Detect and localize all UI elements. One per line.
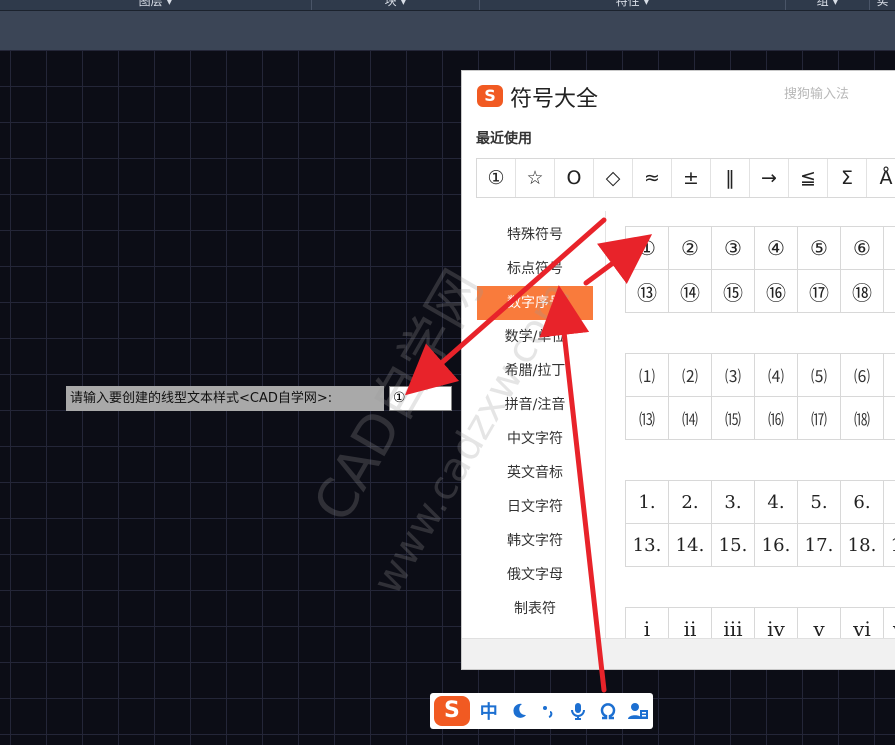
- recent-symbol[interactable]: O: [555, 159, 594, 197]
- category-item[interactable]: 拼音/注音: [476, 388, 594, 422]
- recent-symbol[interactable]: ☆: [516, 159, 555, 197]
- recent-symbol[interactable]: →: [750, 159, 789, 197]
- punctuation-icon[interactable]: [534, 696, 564, 726]
- input-mode-button[interactable]: 中: [474, 696, 504, 726]
- symbol-cell[interactable]: ⑶: [712, 354, 755, 397]
- symbol-cell[interactable]: ⑭: [669, 270, 712, 313]
- symbol-cell[interactable]: ⑤: [798, 227, 841, 270]
- symbol-cell[interactable]: ⒅: [841, 397, 884, 440]
- microphone-icon[interactable]: [563, 696, 593, 726]
- symbol-cell[interactable]: 7.: [884, 481, 895, 524]
- recent-symbol[interactable]: Σ: [828, 159, 867, 197]
- ribbon-toolbar-area: [0, 11, 895, 50]
- recent-symbol[interactable]: Å: [867, 159, 895, 197]
- symbol-cell[interactable]: 13.: [626, 524, 669, 567]
- recent-symbol[interactable]: ‖: [711, 159, 750, 197]
- ribbon-group-label: 实: [876, 0, 889, 8]
- command-prompt: 请输入要创建的线型文本样式<CAD自学网>:: [66, 386, 384, 411]
- symbol-cell[interactable]: 6.: [841, 481, 884, 524]
- symbol-cell[interactable]: ⒄: [798, 397, 841, 440]
- recent-symbol[interactable]: ◇: [594, 159, 633, 197]
- category-item[interactable]: 标点符号: [476, 252, 594, 286]
- symbol-cell[interactable]: 3.: [712, 481, 755, 524]
- command-input[interactable]: ①: [389, 386, 452, 411]
- symbol-cell[interactable]: ⒁: [669, 397, 712, 440]
- category-item[interactable]: 日文字符: [476, 490, 594, 524]
- symbol-cell[interactable]: ⑲: [884, 270, 895, 313]
- category-item[interactable]: 英文音标: [476, 456, 594, 490]
- panel-brand: 搜狗输入法: [784, 87, 850, 102]
- symbol-cell[interactable]: ⒆: [884, 397, 895, 440]
- ribbon-panel-labels: 图层 ▾ 块 ▾ 特性 ▾ 组 ▾ 实: [0, 0, 895, 11]
- category-item[interactable]: 希腊/拉丁: [476, 354, 594, 388]
- symbol-cell[interactable]: 4.: [755, 481, 798, 524]
- symbol-cell[interactable]: ⑦: [884, 227, 895, 270]
- symbol-cell[interactable]: ①: [626, 227, 669, 270]
- circled-numbers-grid: ①②③④⑤⑥⑦ ⑬⑭⑮⑯⑰⑱⑲: [625, 226, 895, 313]
- recent-symbol[interactable]: ±: [672, 159, 711, 197]
- symbol-cell[interactable]: ⑱: [841, 270, 884, 313]
- symbol-cell[interactable]: ④: [755, 227, 798, 270]
- recent-symbols-row: ① ☆ O ◇ ≈ ± ‖ → ≦ Σ Å: [476, 158, 895, 198]
- ribbon-group-label: 特性 ▾: [615, 0, 650, 8]
- symbol-cell[interactable]: 1.: [626, 481, 669, 524]
- symbol-cell[interactable]: ⑴: [626, 354, 669, 397]
- category-divider: [605, 211, 606, 638]
- panel-footer: [462, 638, 895, 669]
- symbol-cell[interactable]: 14.: [669, 524, 712, 567]
- symbol-cell[interactable]: 15.: [712, 524, 755, 567]
- category-item[interactable]: 韩文字符: [476, 524, 594, 558]
- category-item[interactable]: 中文字符: [476, 422, 594, 456]
- symbol-cell[interactable]: 2.: [669, 481, 712, 524]
- category-item[interactable]: 制表符: [476, 592, 594, 626]
- symbol-cell[interactable]: ⒂: [712, 397, 755, 440]
- symbol-cell[interactable]: ⒃: [755, 397, 798, 440]
- category-list: 特殊符号 标点符号 数字序号 数学/单位 希腊/拉丁 拼音/注音 中文字符 英文音标 日文字符韩…: [476, 218, 594, 626]
- sogou-logo: S: [477, 85, 503, 107]
- symbol-cell[interactable]: 17.: [798, 524, 841, 567]
- symbol-cell[interactable]: ⑸: [798, 354, 841, 397]
- category-item[interactable]: 俄文字母: [476, 558, 594, 592]
- symbol-cell[interactable]: ⑬: [626, 270, 669, 313]
- moon-icon[interactable]: [504, 696, 534, 726]
- ribbon-group-properties[interactable]: 特性 ▾: [480, 0, 786, 10]
- panel-title: 符号大全: [510, 87, 599, 112]
- ribbon-group-label: 图层 ▾: [138, 0, 173, 8]
- recent-label: 最近使用: [476, 131, 532, 147]
- category-item[interactable]: 数学/单位: [476, 320, 594, 354]
- symbol-cell[interactable]: 18.: [841, 524, 884, 567]
- omega-icon[interactable]: [593, 696, 623, 726]
- parenthesized-numbers-grid: ⑴⑵⑶⑷⑸⑹⑺ ⒀⒁⒂⒃⒄⒅⒆: [625, 353, 895, 440]
- symbol-cell[interactable]: ③: [712, 227, 755, 270]
- category-item[interactable]: 特殊符号: [476, 218, 594, 252]
- ribbon-group-label: 块 ▾: [384, 0, 407, 8]
- ribbon-group-groups[interactable]: 组 ▾: [786, 0, 870, 10]
- ribbon-group-label: 组 ▾: [816, 0, 839, 8]
- ribbon-group-layers[interactable]: 图层 ▾: [0, 0, 312, 10]
- dotted-numbers-grid: 1.2.3.4.5.6.7. 13.14.15.16.17.18.19.: [625, 480, 895, 567]
- symbol-cell[interactable]: 19.: [884, 524, 895, 567]
- ribbon-group-block[interactable]: 块 ▾: [312, 0, 480, 10]
- recent-symbol[interactable]: ≈: [633, 159, 672, 197]
- symbol-cell[interactable]: ⑵: [669, 354, 712, 397]
- ribbon-group-utilities[interactable]: 实: [870, 0, 895, 10]
- symbol-cell[interactable]: ⒀: [626, 397, 669, 440]
- symbol-panel: S 符号大全 搜狗输入法 最近使用 ① ☆ O ◇ ≈ ± ‖ → ≦ Σ Å 特殊符号 标点符号 数字…: [461, 70, 895, 670]
- symbol-cell[interactable]: ⑮: [712, 270, 755, 313]
- recent-symbol[interactable]: ①: [477, 159, 516, 197]
- symbol-cell[interactable]: ⑹: [841, 354, 884, 397]
- symbol-cell[interactable]: 5.: [798, 481, 841, 524]
- symbol-cell[interactable]: ⑰: [798, 270, 841, 313]
- symbol-cell[interactable]: 16.: [755, 524, 798, 567]
- user-icon[interactable]: [623, 696, 653, 726]
- symbol-cell[interactable]: ⑷: [755, 354, 798, 397]
- symbol-cell[interactable]: ②: [669, 227, 712, 270]
- symbol-cell[interactable]: ⑺: [884, 354, 895, 397]
- symbol-cell[interactable]: ⑥: [841, 227, 884, 270]
- sogou-ime-logo[interactable]: S: [434, 696, 470, 726]
- category-item[interactable]: 数字序号: [477, 286, 593, 320]
- ime-toolbar: S 中: [430, 693, 653, 729]
- symbol-cell[interactable]: ⑯: [755, 270, 798, 313]
- recent-symbol[interactable]: ≦: [789, 159, 828, 197]
